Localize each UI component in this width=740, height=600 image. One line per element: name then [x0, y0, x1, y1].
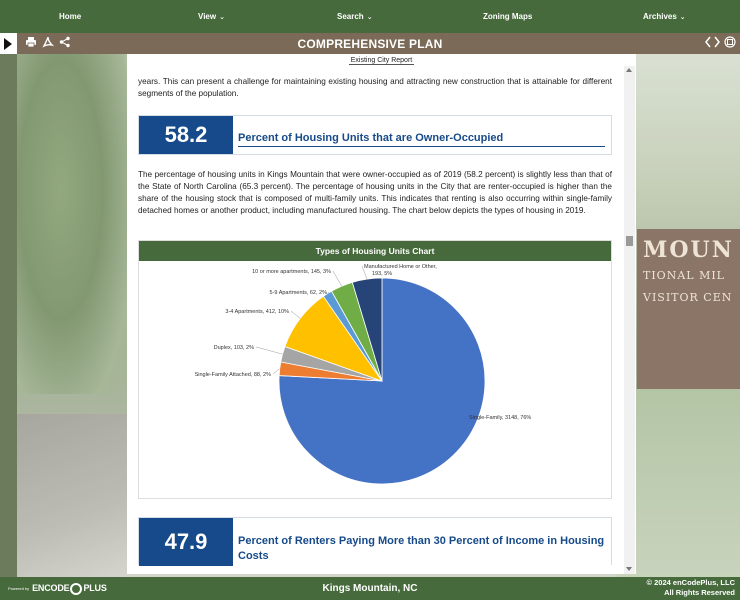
footer-copyright: © 2024 enCodePlus, LLC All Rights Reserv… — [647, 578, 735, 598]
pie-chart-svg: Single-Family, 3148, 76% Single-Family At… — [195, 264, 531, 485]
data-label-5-9-apartments: 5-9 Apartments, 62, 2% — [270, 290, 328, 296]
nav-search-label: Search — [337, 12, 364, 21]
scroll-up-icon[interactable] — [626, 68, 632, 72]
fullscreen-icon[interactable] — [724, 36, 736, 51]
scroll-thumb[interactable] — [626, 236, 633, 246]
stat-label: Percent of Housing Units that are Owner-… — [238, 132, 504, 144]
data-label-10-or-more-apartments: 10 or more apartments, 145, 3% — [252, 269, 331, 275]
stat-underline — [238, 146, 605, 147]
stat-owner-occupied: 58.2 Percent of Housing Units that are O… — [138, 115, 612, 155]
data-label-3-4-apartments: 3-4 Apartments, 412, 10% — [225, 309, 289, 315]
chevron-left-icon[interactable] — [704, 36, 712, 51]
scroll-down-icon[interactable] — [626, 567, 632, 571]
page-title: COMPREHENSIVE PLAN — [297, 37, 443, 51]
data-label-duplex: Duplex, 103, 2% — [214, 345, 254, 351]
top-navigation: Home View ⌄ Search ⌄ Zoning Maps Archives ⌄ — [0, 0, 740, 33]
data-label-manufactured-home-or-other: Manufactured Home or Other, 193, 5% — [364, 264, 437, 277]
report-label-wrap: Existing City Report — [127, 57, 636, 65]
stat-label: Percent of Renters Paying More than 30 P… — [238, 535, 605, 562]
sidebar-toggle-button[interactable] — [0, 33, 17, 54]
stat-value: 58.2 — [139, 116, 233, 154]
nav-zoning-maps[interactable]: Zoning Maps — [483, 12, 532, 21]
document-panel: Existing City Report years. This can pre… — [127, 54, 636, 574]
footer-city: Kings Mountain, NC — [322, 583, 418, 594]
nav-view-label: View — [198, 12, 217, 21]
chevron-down-icon: ⌄ — [219, 14, 225, 21]
data-label-single-family: Single-Family, 3148, 76% — [469, 415, 531, 421]
intro-paragraph: years. This can present a challenge for … — [138, 77, 612, 98]
data-label-single-family-attached: Single-Family Attached, 88, 2% — [195, 372, 272, 378]
copyright-text: © 2024 enCodePlus, LLC — [646, 578, 735, 587]
nav-home[interactable]: Home — [59, 12, 81, 21]
leader-line — [332, 270, 342, 287]
housing-types-chart: Types of Housing Units Chart Single-Fami… — [138, 240, 612, 499]
nav-search[interactable]: Search ⌄ — [337, 12, 373, 21]
chevron-down-icon: ⌄ — [679, 14, 686, 21]
leader-line — [272, 368, 280, 375]
leader-line — [255, 346, 283, 355]
stat-value: 47.9 — [139, 518, 233, 566]
footer: Powered by ENCODE PLUS Kings Mountain, N… — [0, 577, 740, 600]
nav-archives[interactable]: Archives ⌄ — [643, 12, 686, 21]
nav-view[interactable]: View ⌄ — [198, 12, 225, 21]
stat-renters-cost-burdened: 47.9 Percent of Renters Paying More than… — [138, 517, 612, 566]
document-scrollbar[interactable] — [624, 66, 635, 574]
play-arrow-icon — [4, 38, 12, 50]
report-label[interactable]: Existing City Report — [348, 57, 415, 65]
nav-archives-label: Archives — [643, 12, 677, 21]
leader-line — [290, 310, 301, 319]
chevron-down-icon: ⌄ — [366, 14, 373, 21]
rights-text: All Rights Reserved — [664, 588, 735, 597]
chevron-right-icon[interactable] — [713, 36, 721, 51]
document-toolbar: COMPREHENSIVE PLAN — [0, 33, 740, 54]
chart-title: Types of Housing Units Chart — [139, 241, 611, 261]
body-paragraph: The percentage of housing units in Kings… — [138, 170, 612, 215]
